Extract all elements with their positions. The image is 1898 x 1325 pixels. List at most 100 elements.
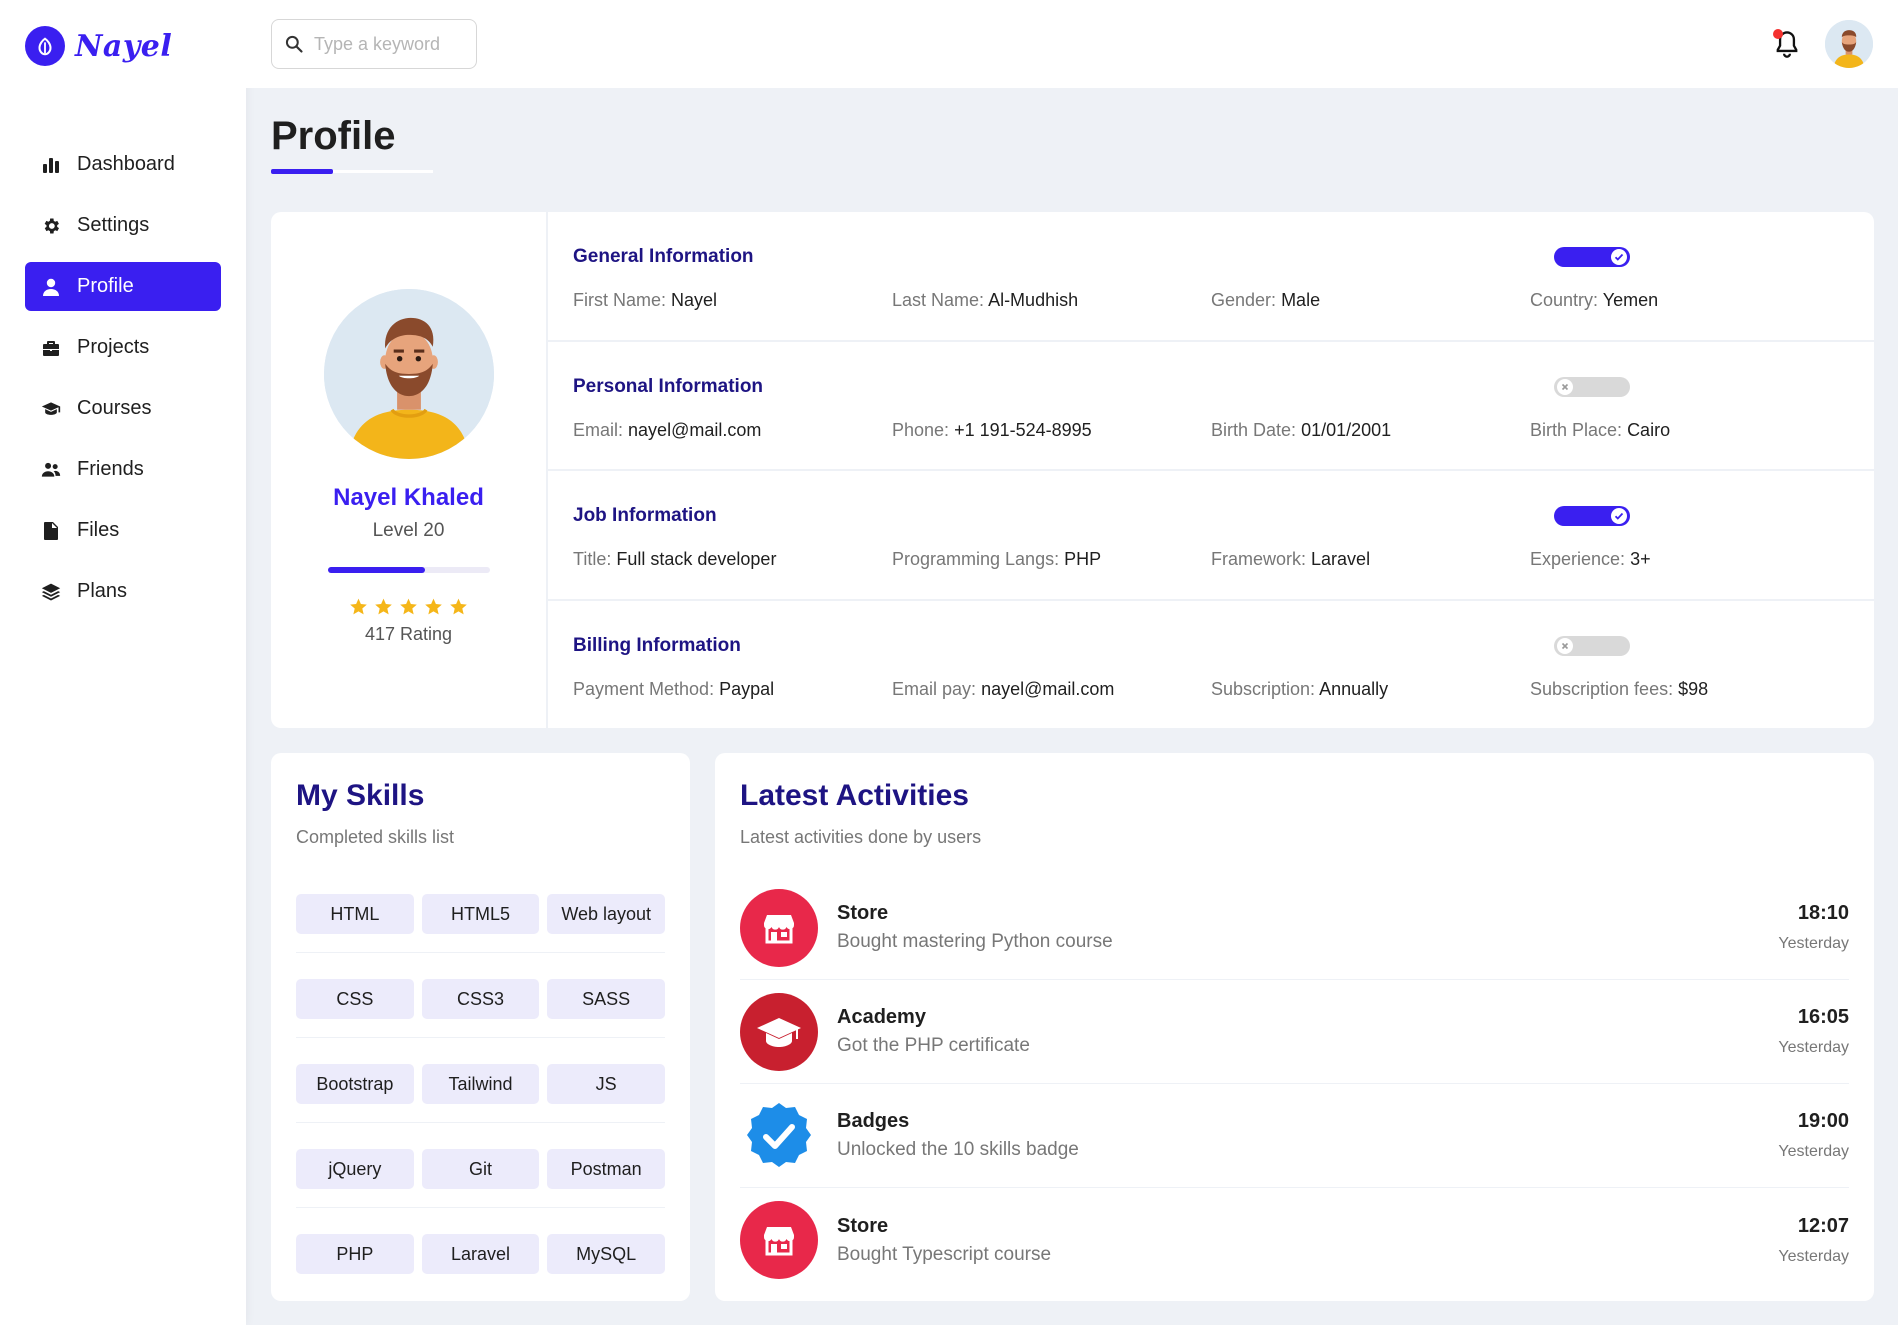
chart-bar-icon bbox=[43, 157, 59, 173]
activities-subtitle: Latest activities done by users bbox=[740, 827, 982, 847]
activity-text: Store Bought mastering Python course bbox=[837, 902, 1113, 953]
star-icon bbox=[400, 598, 417, 615]
sidebar-item-projects[interactable]: Projects bbox=[25, 323, 221, 372]
info-block-title: General Information bbox=[573, 246, 754, 267]
briefcase-icon bbox=[43, 340, 59, 356]
sidebar-item-label: Settings bbox=[77, 214, 150, 236]
layers-icon bbox=[41, 583, 61, 600]
user-avatar-illustration bbox=[323, 289, 494, 459]
sidebar-item-label: Projects bbox=[77, 336, 150, 358]
sidebar-item-courses[interactable]: Courses bbox=[25, 384, 221, 433]
activity-item[interactable]: Academy Got the PHP certificate 16:05 Ye… bbox=[740, 980, 1849, 1084]
skills-card: My Skills Completed skills list HTML HTM… bbox=[271, 753, 690, 1301]
user-avatar-illustration bbox=[1825, 20, 1873, 68]
info-field: First Name: Nayel bbox=[573, 290, 718, 310]
skill-row: jQuery Git Postman bbox=[296, 1139, 666, 1208]
skill-tag: Laravel bbox=[421, 1234, 540, 1274]
activity-when: Yesterday bbox=[1778, 1039, 1849, 1056]
activity-text: Academy Got the PHP certificate bbox=[837, 1006, 1030, 1057]
check-icon bbox=[1611, 508, 1627, 524]
info-block-general: General Information First Name: Nayel La… bbox=[548, 212, 1874, 342]
gear-icon bbox=[44, 218, 59, 233]
notifications-button[interactable] bbox=[1773, 29, 1801, 59]
toggle-switch[interactable] bbox=[1554, 635, 1630, 656]
skill-tag: JS bbox=[547, 1064, 666, 1104]
activity-clock: 18:10 bbox=[1797, 902, 1849, 924]
activity-text: Badges Unlocked the 10 skills badge bbox=[837, 1110, 1079, 1161]
rating-count: 417 Rating bbox=[364, 624, 453, 644]
info-block-job: Job Information Title: Full stack develo… bbox=[548, 471, 1874, 601]
skill-tag: Web layout bbox=[547, 894, 666, 934]
skill-tag: MySQL bbox=[547, 1234, 666, 1274]
skill-row: PHP Laravel MySQL bbox=[296, 1224, 666, 1292]
skill-tag: Tailwind bbox=[421, 1064, 540, 1104]
activity-time: 12:07 Yesterday bbox=[1778, 1215, 1849, 1266]
skill-tag: PHP bbox=[296, 1234, 414, 1274]
sidebar-item-dashboard[interactable]: Dashboard bbox=[25, 140, 221, 189]
level-progress-bar bbox=[327, 567, 490, 573]
search-input[interactable] bbox=[314, 33, 464, 55]
info-field: Gender: Male bbox=[1211, 290, 1321, 310]
info-field: Payment Method: Paypal bbox=[573, 678, 775, 699]
activity-when: Yesterday bbox=[1778, 1143, 1849, 1160]
sidebar-nav: Dashboard Settings Profile Projects Cour… bbox=[25, 140, 221, 616]
info-field: Birth Place: Cairo bbox=[1530, 419, 1671, 440]
skill-row: HTML HTML5 Web layout bbox=[296, 884, 666, 953]
skill-tag: Git bbox=[421, 1149, 540, 1189]
activity-desc: Bought mastering Python course bbox=[837, 931, 1113, 952]
store-icon bbox=[740, 1201, 818, 1279]
sidebar-item-plans[interactable]: Plans bbox=[25, 567, 221, 616]
skill-tag: CSS3 bbox=[421, 979, 540, 1019]
activity-desc: Bought Typescript course bbox=[837, 1243, 1052, 1265]
logo[interactable]: Nayel bbox=[25, 22, 221, 70]
search-box[interactable] bbox=[271, 19, 477, 69]
activity-item[interactable]: Badges Unlocked the 10 skills badge 19:0… bbox=[740, 1084, 1849, 1188]
sidebar-item-settings[interactable]: Settings bbox=[25, 201, 221, 250]
toggle-switch[interactable] bbox=[1554, 376, 1630, 397]
info-block-personal: Personal Information Email: nayel@mail.c… bbox=[548, 342, 1874, 471]
sidebar-item-label: Files bbox=[77, 519, 120, 541]
skills-grid: HTML HTML5 Web layout CSS CSS3 SASS Boot… bbox=[296, 884, 666, 1292]
profile-level: Level 20 bbox=[372, 520, 445, 541]
info-field: Experience: 3+ bbox=[1530, 549, 1651, 569]
star-rating bbox=[349, 597, 468, 616]
users-icon bbox=[41, 462, 61, 477]
toggle-switch[interactable] bbox=[1554, 506, 1630, 526]
sidebar: Nayel Dashboard Settings Profile Project… bbox=[0, 0, 246, 1325]
info-field: Programming Langs: PHP bbox=[892, 549, 1102, 569]
profile-details: General Information First Name: Nayel La… bbox=[548, 212, 1874, 728]
graduation-cap-icon bbox=[41, 401, 61, 415]
skill-tag: Postman bbox=[547, 1149, 666, 1189]
info-field: Birth Date: 01/01/2001 bbox=[1211, 419, 1392, 440]
user-icon bbox=[43, 278, 59, 296]
sidebar-item-profile[interactable]: Profile bbox=[25, 262, 221, 311]
info-block-billing: Billing Information Payment Method: Payp… bbox=[548, 601, 1874, 729]
activity-title: Academy bbox=[837, 1006, 926, 1028]
activity-item[interactable]: Store Bought mastering Python course 18:… bbox=[740, 876, 1849, 980]
activities-card: Latest Activities Latest activities done… bbox=[715, 753, 1874, 1301]
activity-when: Yesterday bbox=[1778, 1247, 1849, 1265]
activity-time: 18:10 Yesterday bbox=[1778, 902, 1849, 953]
skills-title: My Skills bbox=[296, 779, 425, 812]
toggle-switch[interactable] bbox=[1554, 247, 1630, 267]
skill-row: CSS CSS3 SASS bbox=[296, 969, 666, 1038]
activity-title: Badges bbox=[837, 1110, 910, 1132]
info-fields: Email: nayel@mail.com Phone: +1 191-524-… bbox=[573, 420, 1849, 441]
activity-item[interactable]: Store Bought Typescript course 12:07 Yes… bbox=[740, 1188, 1849, 1292]
close-icon bbox=[1557, 378, 1573, 395]
avatar[interactable] bbox=[1825, 20, 1873, 68]
activity-clock: 19:00 bbox=[1797, 1110, 1849, 1132]
sidebar-item-label: Profile bbox=[77, 275, 134, 297]
topbar bbox=[246, 0, 1898, 88]
activity-title: Store bbox=[837, 902, 889, 924]
profile-card: Nayel Khaled Level 20 417 Rating General… bbox=[271, 212, 1874, 728]
check-icon bbox=[1611, 249, 1627, 265]
sidebar-item-files[interactable]: Files bbox=[25, 506, 221, 555]
page-title: Profile bbox=[271, 114, 396, 158]
info-field: Last Name: Al-Mudhish bbox=[892, 290, 1079, 310]
activity-clock: 12:07 bbox=[1797, 1214, 1849, 1237]
info-field: Subscription: Annually bbox=[1211, 678, 1389, 699]
activity-clock: 16:05 bbox=[1797, 1006, 1849, 1028]
skill-row: Bootstrap Tailwind JS bbox=[296, 1054, 666, 1123]
sidebar-item-friends[interactable]: Friends bbox=[25, 445, 221, 494]
